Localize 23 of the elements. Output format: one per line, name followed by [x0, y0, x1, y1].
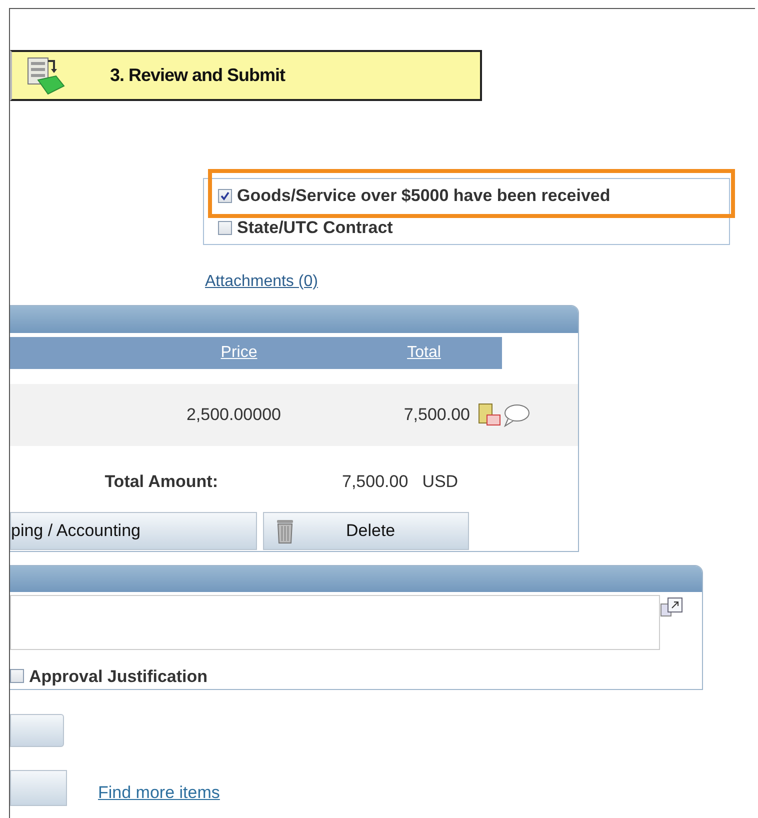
option-label: State/UTC Contract: [237, 218, 393, 237]
checkbox[interactable]: [218, 220, 232, 234]
step-title: 3. Review and Submit: [110, 64, 286, 87]
find-more-items-link[interactable]: Find more items: [98, 780, 220, 806]
total-cell-text: 7,500.00: [402, 404, 470, 426]
currency: USD: [422, 471, 458, 494]
attachments-link[interactable]: Attachments (0): [205, 270, 318, 294]
checkbox[interactable]: [10, 669, 24, 684]
comment-icon[interactable]: [502, 403, 530, 427]
total-value: 7,500.00: [342, 471, 408, 494]
price-cell-text: 2,500.00000: [185, 404, 281, 426]
checkbox[interactable]: [218, 188, 232, 202]
trash-icon: [276, 518, 294, 544]
total-label: Total Amount:: [104, 471, 218, 494]
delete-button[interactable]: Delete: [263, 512, 469, 550]
shipping-accounting-button[interactable]: ping / Accounting: [10, 512, 257, 550]
checkbox-label: Approval Justification: [29, 666, 208, 688]
document-icon[interactable]: [478, 403, 502, 427]
option-label: Goods/Service over $5000 have been received: [237, 186, 610, 205]
justification-field[interactable]: [10, 594, 660, 650]
button[interactable]: [10, 770, 67, 806]
button[interactable]: [10, 714, 64, 747]
expand-icon[interactable]: [660, 596, 684, 618]
